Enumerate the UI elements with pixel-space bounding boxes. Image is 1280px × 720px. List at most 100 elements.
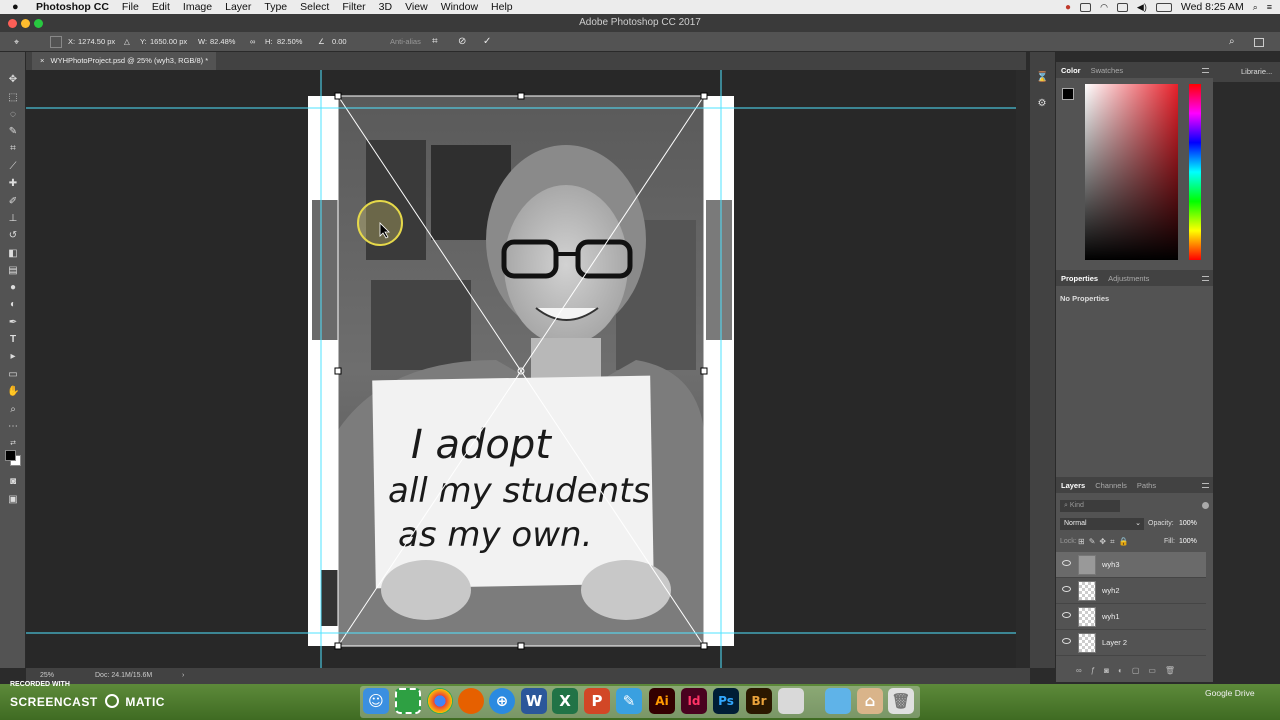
screen-capture-icon[interactable] [395, 688, 421, 714]
archive-icon[interactable] [778, 688, 804, 714]
status-box-icon[interactable] [1080, 2, 1092, 12]
fill-field[interactable]: 100% [1179, 538, 1197, 545]
trash-icon[interactable]: 🗑 [888, 688, 914, 714]
clone-stamp-tool-icon[interactable]: ⊥ [7, 213, 19, 225]
word-icon[interactable]: W [521, 688, 547, 714]
properties-panel-icon[interactable]: ⚙ [1036, 98, 1048, 110]
antialias-option[interactable]: Anti-alias [390, 36, 421, 48]
visibility-eye-icon[interactable] [1062, 612, 1071, 618]
more-tools-icon[interactable]: ⋯ [7, 421, 19, 433]
menu-select[interactable]: Select [300, 1, 329, 13]
layer-row-layer-2[interactable]: Layer 2 [1056, 630, 1206, 656]
pen-tool-icon[interactable]: ✒ [7, 317, 19, 329]
healing-tool-icon[interactable]: ✚ [7, 178, 19, 190]
tab-adjustments[interactable]: Adjustments [1103, 274, 1154, 283]
layer-row-wyh2[interactable]: wyh2 [1056, 578, 1206, 604]
excel-icon[interactable]: X [552, 688, 578, 714]
textedit-icon[interactable]: ✎ [616, 688, 642, 714]
workspace-icon[interactable] [1254, 38, 1264, 47]
menu-filter[interactable]: Filter [342, 1, 365, 13]
brush-tool-icon[interactable]: ✐ [7, 196, 19, 208]
foreground-swatch-panel[interactable] [1062, 88, 1074, 100]
opacity-field[interactable]: 100% [1179, 520, 1197, 527]
filter-toggle-icon[interactable] [1202, 502, 1209, 509]
eraser-tool-icon[interactable]: ◧ [7, 248, 19, 260]
document-tab[interactable]: × WYHPhotoProject.psd @ 25% (wyh3, RGB/8… [32, 52, 217, 70]
close-window-button[interactable] [8, 19, 17, 28]
visibility-eye-icon[interactable] [1062, 638, 1071, 644]
layer-row-wyh3[interactable]: wyh3 [1056, 552, 1206, 578]
menu-help[interactable]: Help [491, 1, 513, 13]
menu-app-name[interactable]: Photoshop CC [36, 1, 109, 13]
volume-icon[interactable]: ◀) [1137, 2, 1147, 13]
tab-layers[interactable]: Layers [1056, 481, 1090, 490]
link-proportions-icon[interactable]: ∞ [250, 36, 255, 48]
indesign-icon[interactable]: Id [681, 688, 707, 714]
hue-slider[interactable] [1189, 84, 1201, 260]
path-selection-tool-icon[interactable]: ▸ [7, 351, 19, 363]
canvas-area[interactable]: I adopt all my students as my own. [26, 70, 1016, 668]
w-field[interactable]: 82.48% [210, 36, 235, 48]
finder-icon[interactable]: ☺ [363, 688, 389, 714]
zoom-tool-icon[interactable]: ⌕ [7, 404, 19, 416]
move-tool-preset-icon[interactable]: ⌖ [14, 36, 19, 48]
type-tool-icon[interactable]: T [7, 334, 19, 346]
swap-colors-icon[interactable]: ⇄ [7, 438, 19, 450]
layer-name[interactable]: wyh2 [1102, 578, 1120, 604]
move-tool-icon[interactable]: ✥ [7, 74, 19, 86]
illustrator-icon[interactable]: Ai [649, 688, 675, 714]
layer-name[interactable]: wyh1 [1102, 604, 1120, 630]
menu-edit[interactable]: Edit [152, 1, 170, 13]
properties-panel-menu-icon[interactable] [1202, 276, 1209, 281]
reference-point-icon[interactable] [50, 36, 62, 48]
menu-image[interactable]: Image [183, 1, 212, 13]
quick-select-tool-icon[interactable]: ✎ [7, 126, 19, 138]
battery-icon[interactable] [1155, 2, 1172, 12]
search-icon[interactable]: ⌕ [1229, 36, 1235, 48]
folder-icon[interactable] [825, 688, 851, 714]
color-field[interactable] [1085, 84, 1178, 260]
menu-3d[interactable]: 3D [379, 1, 392, 13]
foreground-color-swatch[interactable] [5, 450, 16, 461]
layer-filter-kind[interactable]: ⌕ Kind [1060, 500, 1120, 512]
bridge-icon[interactable]: Br [746, 688, 772, 714]
safari-icon[interactable]: ⊕ [489, 688, 515, 714]
history-panel-icon[interactable]: ⌛ [1036, 72, 1048, 84]
apple-menu-icon[interactable]: ● [12, 1, 26, 13]
powerpoint-icon[interactable]: P [584, 688, 610, 714]
screen-mode-icon[interactable]: ▣ [7, 494, 19, 506]
layers-panel-menu-icon[interactable] [1202, 483, 1209, 488]
gradient-tool-icon[interactable]: ▤ [7, 265, 19, 277]
marquee-tool-icon[interactable]: ⬚ [7, 92, 19, 104]
menu-window[interactable]: Window [441, 1, 478, 13]
x-field[interactable]: 1274.50 px [78, 36, 115, 48]
photoshop-icon[interactable]: Ps [713, 688, 739, 714]
layer-row-wyh1[interactable]: wyh1 [1056, 604, 1206, 630]
chrome-icon[interactable] [427, 688, 453, 714]
cancel-transform-icon[interactable]: ⊘ [458, 36, 466, 48]
layers-footer-icons[interactable]: ∞ƒ◙◐▢▭🗑 [1076, 666, 1184, 675]
status-red-icon[interactable]: ● [1065, 2, 1071, 13]
color-panel-menu-icon[interactable] [1202, 68, 1209, 73]
visibility-eye-icon[interactable] [1062, 560, 1071, 566]
eyedropper-tool-icon[interactable]: ⟋ [7, 161, 19, 173]
layer-name[interactable]: Layer 2 [1102, 630, 1127, 656]
tab-color[interactable]: Color [1056, 66, 1086, 75]
dodge-tool-icon[interactable]: ◐ [7, 299, 19, 311]
tab-paths[interactable]: Paths [1132, 481, 1161, 490]
google-drive-desktop-label[interactable]: Google Drive [1205, 688, 1255, 698]
notification-center-icon[interactable]: ≡ [1267, 2, 1272, 12]
layer-name[interactable]: wyh3 [1102, 552, 1120, 578]
canvas-svg[interactable]: I adopt all my students as my own. [26, 70, 1016, 668]
doc-size[interactable]: Doc: 24.1M/15.6M [95, 668, 152, 684]
blur-tool-icon[interactable]: ● [7, 282, 19, 294]
blend-mode-select[interactable]: Normal ⌄ [1060, 518, 1144, 530]
visibility-eye-icon[interactable] [1062, 586, 1071, 592]
clock[interactable]: Wed 8:25 AM [1181, 1, 1244, 13]
menu-view[interactable]: View [405, 1, 428, 13]
y-field[interactable]: 1650.00 px [150, 36, 187, 48]
minimize-window-button[interactable] [21, 19, 30, 28]
home-folder-icon[interactable]: ⌂ [857, 688, 883, 714]
status-arrow-icon[interactable]: › [182, 668, 184, 684]
spotlight-icon[interactable]: ⌕ [1253, 2, 1258, 13]
